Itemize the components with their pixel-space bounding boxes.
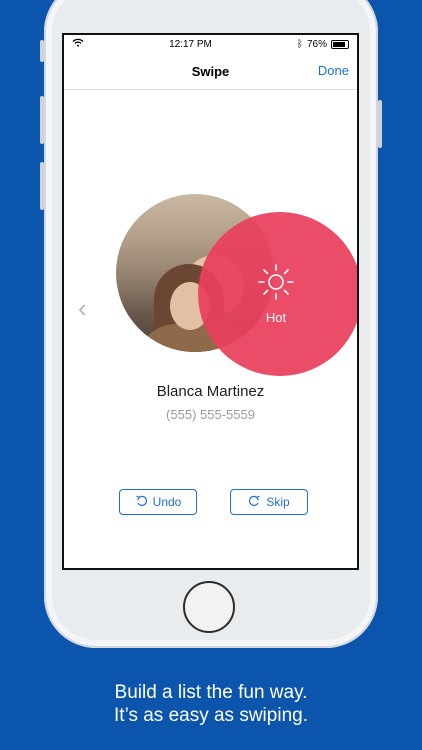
skip-label: Skip xyxy=(266,495,290,509)
skip-button[interactable]: Skip xyxy=(230,489,308,515)
contact-phone: (555) 555-5559 xyxy=(166,407,255,422)
contact-name: Blanca Martinez xyxy=(156,383,265,400)
undo-icon xyxy=(135,494,148,510)
redo-icon xyxy=(248,494,261,510)
status-time: 12:17 PM xyxy=(169,38,212,50)
done-button[interactable]: Done xyxy=(318,63,349,78)
home-button[interactable] xyxy=(183,581,235,633)
caption-line-1: Build a list the fun way. xyxy=(114,682,308,703)
battery-icon xyxy=(330,39,349,49)
wifi-icon xyxy=(72,38,84,50)
bluetooth-icon: ᛒ xyxy=(296,38,303,50)
undo-button[interactable]: Undo xyxy=(119,489,197,515)
hot-overlay: Hot xyxy=(198,212,357,376)
status-bar: 12:17 PM ᛒ 76% xyxy=(64,35,357,53)
battery-percent: 76% xyxy=(306,38,327,50)
app-screen: 12:17 PM ᛒ 76% Swipe Done ‹ Hot Blanca M… xyxy=(62,33,359,570)
sun-icon xyxy=(257,263,303,306)
power-button xyxy=(378,100,382,148)
navigation-bar: Swipe Done xyxy=(64,53,357,90)
volume-up-button xyxy=(40,96,44,144)
page-title: Swipe xyxy=(191,63,230,79)
mute-switch xyxy=(40,40,44,62)
caption-line-2: It’s as easy as swiping. xyxy=(114,705,308,726)
hot-label: Hot xyxy=(265,310,287,325)
undo-label: Undo xyxy=(152,495,182,509)
swipe-area[interactable]: ‹ Hot Blanca Martinez (555) 555-5559 xyxy=(64,90,357,568)
chevron-left-icon[interactable]: ‹ xyxy=(78,295,87,321)
marketing-caption: Build a list the fun way. It’s as easy a… xyxy=(0,681,422,727)
volume-down-button xyxy=(40,162,44,210)
